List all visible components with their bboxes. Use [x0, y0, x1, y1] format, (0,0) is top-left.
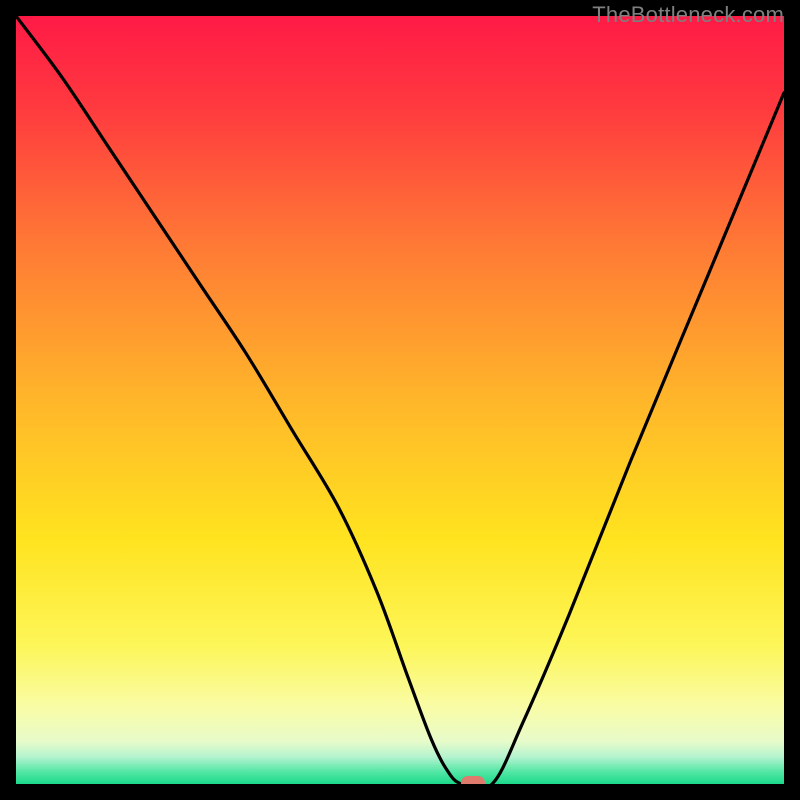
plot-area — [16, 16, 784, 784]
bottleneck-curve — [16, 16, 784, 784]
watermark-text: TheBottleneck.com — [592, 2, 784, 28]
optimal-point-marker — [461, 776, 485, 784]
